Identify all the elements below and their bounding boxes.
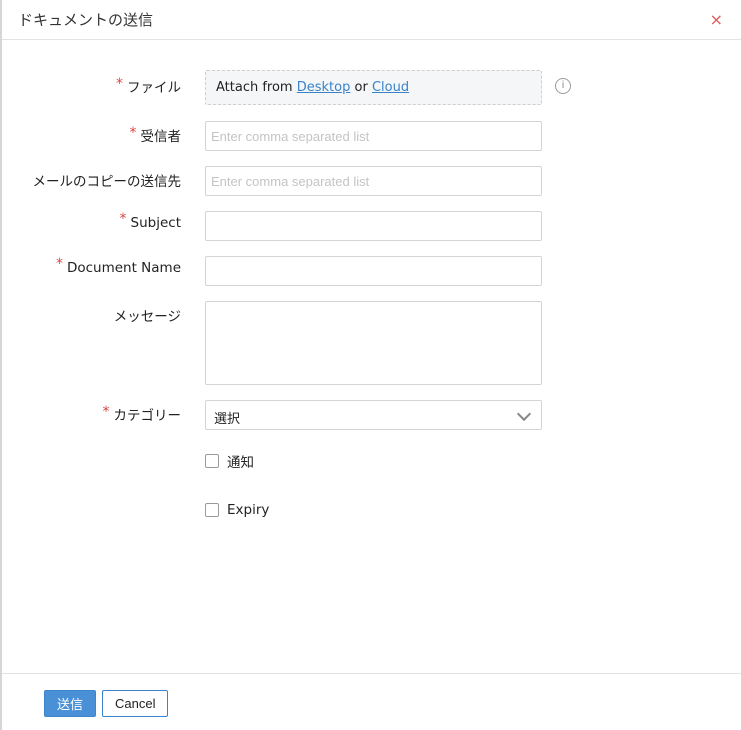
cancel-button[interactable]: Cancel	[102, 690, 169, 717]
document-name-label: * Document Name	[55, 256, 181, 276]
file-label: * ファイル	[116, 76, 181, 96]
dialog-footer: 送信 Cancel	[2, 673, 741, 730]
category-select[interactable]: 選択	[205, 400, 542, 430]
category-selected-value: 選択	[214, 412, 241, 427]
expiry-checkbox[interactable]	[205, 503, 219, 517]
recipients-input[interactable]	[205, 121, 542, 151]
message-textarea[interactable]	[205, 301, 542, 385]
chevron-down-icon	[516, 406, 532, 422]
recipients-label: * 受信者	[129, 125, 182, 145]
send-button[interactable]: 送信	[44, 690, 97, 717]
send-document-dialog: ドキュメントの送信 × * ファイル Attach from Desktop or…	[0, 0, 741, 730]
expiry-label: Expiry	[227, 502, 270, 518]
document-name-input[interactable]	[205, 256, 542, 286]
close-icon[interactable]: ×	[710, 10, 723, 29]
notify-checkbox[interactable]	[205, 454, 219, 468]
cc-label: メールのコピーの送信先	[32, 174, 182, 190]
dialog-title: ドキュメントの送信	[18, 11, 154, 29]
attach-desktop-link[interactable]: Desktop	[297, 80, 351, 95]
subject-label: * Subject	[119, 211, 181, 231]
file-attach-area: Attach from Desktop or Cloud	[205, 70, 542, 105]
required-marker: *	[116, 76, 123, 92]
cc-input[interactable]	[205, 166, 542, 196]
notify-checkbox-row[interactable]: 通知	[205, 451, 254, 471]
message-label: メッセージ	[113, 309, 181, 325]
notify-label: 通知	[227, 455, 254, 471]
info-icon[interactable]: i	[555, 78, 571, 94]
category-label: * カテゴリー	[102, 404, 182, 424]
dialog-header: ドキュメントの送信 ×	[2, 0, 741, 40]
expiry-checkbox-row[interactable]: Expiry	[205, 502, 269, 518]
subject-input[interactable]	[205, 211, 542, 241]
attach-cloud-link[interactable]: Cloud	[372, 80, 409, 95]
